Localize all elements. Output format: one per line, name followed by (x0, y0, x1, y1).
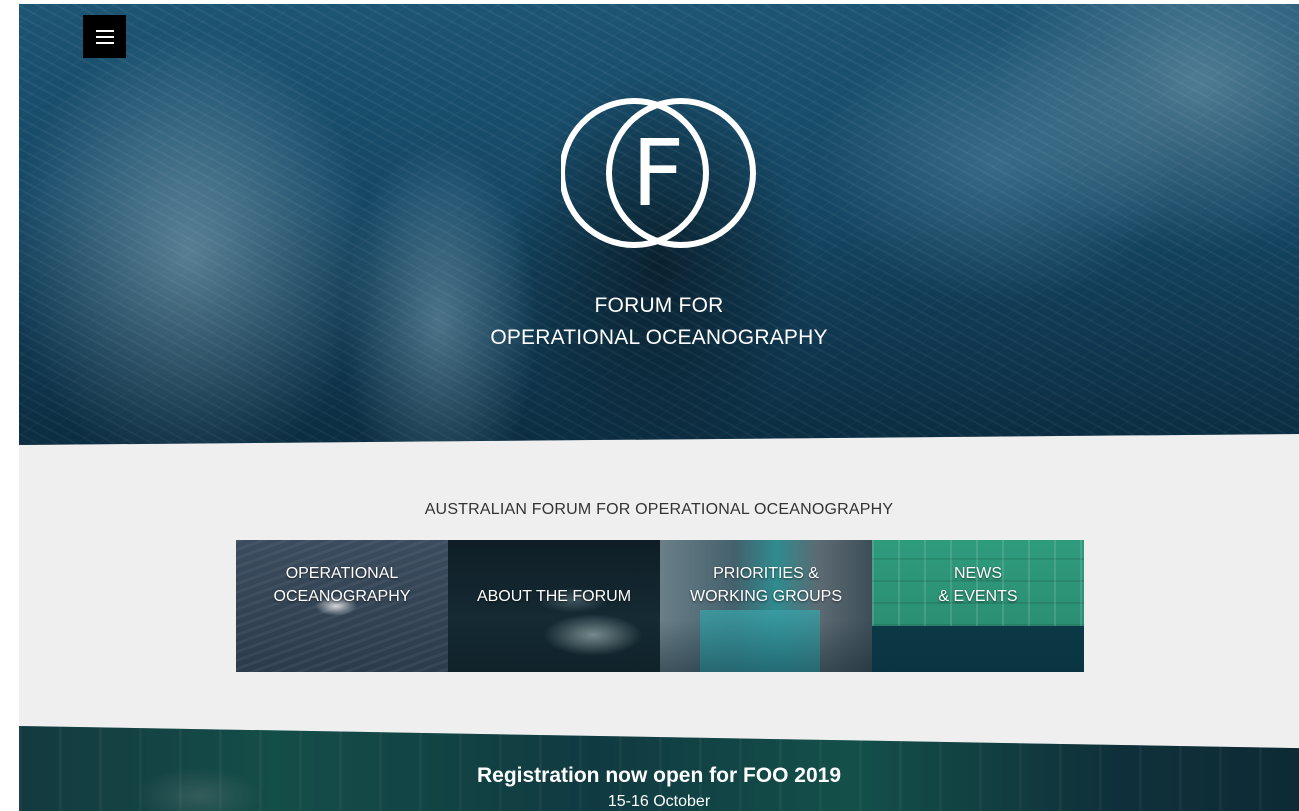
site-title-line2: OPERATIONAL OCEANOGRAPHY (490, 326, 828, 349)
tile-priorities-working-groups[interactable]: PRIORITIES & WORKING GROUPS (660, 540, 872, 672)
page: F FORUM FOR OPERATIONAL OCEANOGRAPHY AUS… (19, 4, 1299, 811)
tile-label-line1: ABOUT THE FORUM (476, 588, 632, 605)
banner-date: 15-16 October (607, 793, 711, 810)
tile-label-line1: OPERATIONAL (285, 565, 399, 582)
tile-label-line2: WORKING GROUPS (689, 588, 842, 605)
section-title: AUSTRALIAN FORUM FOR OPERATIONAL OCEANOG… (424, 501, 894, 518)
banner-title: Registration now open for FOO 2019 (476, 764, 842, 787)
forum-logo: F (561, 98, 756, 248)
tile-news-events[interactable]: NEWS & EVENTS (872, 540, 1084, 672)
site-title: FORUM FOR OPERATIONAL OCEANOGRAPHY (19, 290, 1299, 354)
menu-button[interactable] (83, 15, 126, 58)
registration-banner[interactable]: Registration now open for FOO 2019 15-16… (19, 726, 1299, 811)
tile-label-line1: NEWS (954, 565, 1002, 582)
tile-label-line1: PRIORITIES & (713, 565, 819, 582)
site-title-line1: FORUM FOR (594, 294, 724, 317)
tile-label-line2: OCEANOGRAPHY (273, 588, 411, 605)
hamburger-menu-icon (95, 29, 114, 44)
tile-label-line2: & EVENTS (938, 588, 1018, 605)
nav-tiles: OPERATIONAL OCEANOGRAPHY ABOUT THE FORUM… (236, 540, 1084, 672)
tile-operational-oceanography[interactable]: OPERATIONAL OCEANOGRAPHY (236, 540, 448, 672)
tile-about-the-forum[interactable]: ABOUT THE FORUM (448, 540, 660, 672)
logo-letter: F (632, 120, 685, 227)
